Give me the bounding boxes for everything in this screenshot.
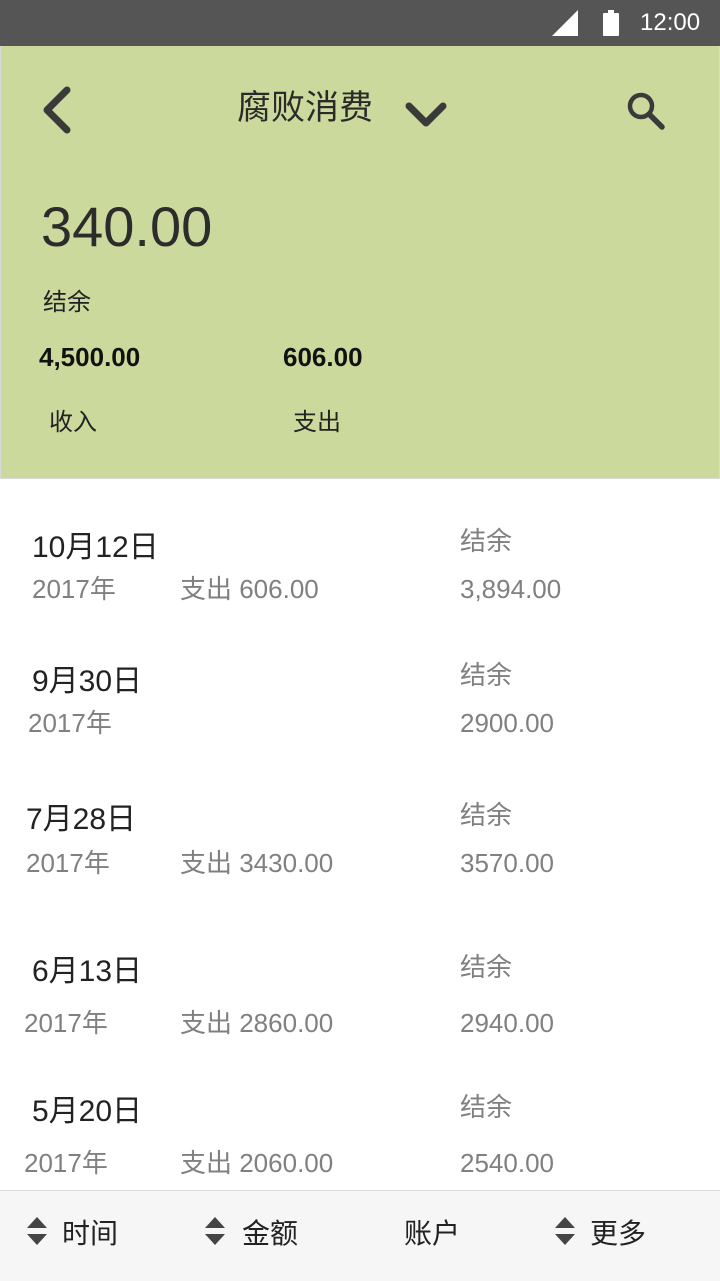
record-balance-label: 结余 bbox=[460, 1092, 513, 1122]
sort-icon bbox=[27, 1217, 47, 1245]
search-icon[interactable] bbox=[625, 90, 667, 132]
back-arrow-icon[interactable] bbox=[37, 84, 77, 136]
record-balance: 3,894.00 bbox=[460, 574, 562, 604]
record-year: 2017年 bbox=[24, 1008, 108, 1038]
record-balance-label: 结余 bbox=[460, 800, 513, 830]
record-balance-label: 结余 bbox=[460, 660, 513, 690]
expense-label: 支出 bbox=[293, 408, 341, 436]
battery-icon bbox=[603, 10, 619, 36]
record-date: 7月28日 bbox=[26, 803, 137, 836]
record-balance-label: 结余 bbox=[460, 526, 513, 556]
record-date: 6月13日 bbox=[32, 955, 143, 988]
list-item[interactable]: 10月12日 2017年 支出 606.00 结余 3,894.00 bbox=[0, 524, 720, 624]
record-balance: 2900.00 bbox=[460, 708, 554, 738]
record-date: 5月20日 bbox=[32, 1095, 143, 1128]
record-date: 9月30日 bbox=[32, 665, 143, 698]
record-date: 10月12日 bbox=[32, 531, 159, 564]
account-header: 腐败消费 340.00 结余 4,500.00 606.00 收入 支出 bbox=[0, 46, 720, 479]
balance-amount: 340.00 bbox=[41, 195, 213, 258]
list-item[interactable]: 5月20日 2017年 支出 2060.00 结余 2540.00 bbox=[0, 1090, 720, 1190]
record-balance: 3570.00 bbox=[460, 848, 554, 878]
record-balance: 2940.00 bbox=[460, 1008, 554, 1038]
record-expense: 支出 2860.00 bbox=[180, 1008, 334, 1038]
more-button[interactable]: 更多 bbox=[550, 1191, 700, 1281]
account-button[interactable]: 账户 bbox=[400, 1191, 520, 1281]
balance-label: 结余 bbox=[43, 288, 91, 316]
page-title[interactable]: 腐败消费 bbox=[237, 84, 373, 132]
status-time: 12:00 bbox=[640, 9, 701, 36]
record-expense: 支出 606.00 bbox=[180, 574, 319, 604]
record-year: 2017年 bbox=[26, 848, 110, 878]
record-year: 2017年 bbox=[24, 1148, 108, 1178]
record-year: 2017年 bbox=[32, 574, 116, 604]
signal-icon bbox=[552, 10, 578, 36]
record-expense: 支出 3430.00 bbox=[180, 848, 334, 878]
sort-icon bbox=[205, 1217, 225, 1245]
chevron-down-icon[interactable] bbox=[403, 98, 449, 132]
expense-value: 606.00 bbox=[283, 342, 363, 372]
more-label: 更多 bbox=[590, 1217, 647, 1250]
list-item[interactable]: 7月28日 2017年 支出 3430.00 结余 3570.00 bbox=[0, 798, 720, 898]
sort-icon bbox=[555, 1217, 575, 1245]
list-item[interactable]: 6月13日 2017年 支出 2860.00 结余 2940.00 bbox=[0, 950, 720, 1050]
record-expense: 支出 2060.00 bbox=[180, 1148, 334, 1178]
sort-by-time-button[interactable]: 时间 bbox=[20, 1191, 170, 1281]
record-balance-label: 结余 bbox=[460, 952, 513, 982]
account-label: 账户 bbox=[404, 1217, 461, 1250]
income-label: 收入 bbox=[49, 408, 97, 436]
record-year: 2017年 bbox=[28, 708, 112, 738]
status-bar: 12:00 bbox=[0, 0, 720, 46]
sort-time-label: 时间 bbox=[62, 1217, 119, 1250]
bottom-toolbar: 时间 金额 账户 更多 bbox=[0, 1190, 720, 1281]
sort-amount-label: 金额 bbox=[242, 1217, 299, 1250]
record-balance: 2540.00 bbox=[460, 1148, 554, 1178]
sort-by-amount-button[interactable]: 金额 bbox=[200, 1191, 350, 1281]
income-value: 4,500.00 bbox=[39, 342, 141, 372]
list-item[interactable]: 9月30日 2017年 结余 2900.00 bbox=[0, 658, 720, 758]
